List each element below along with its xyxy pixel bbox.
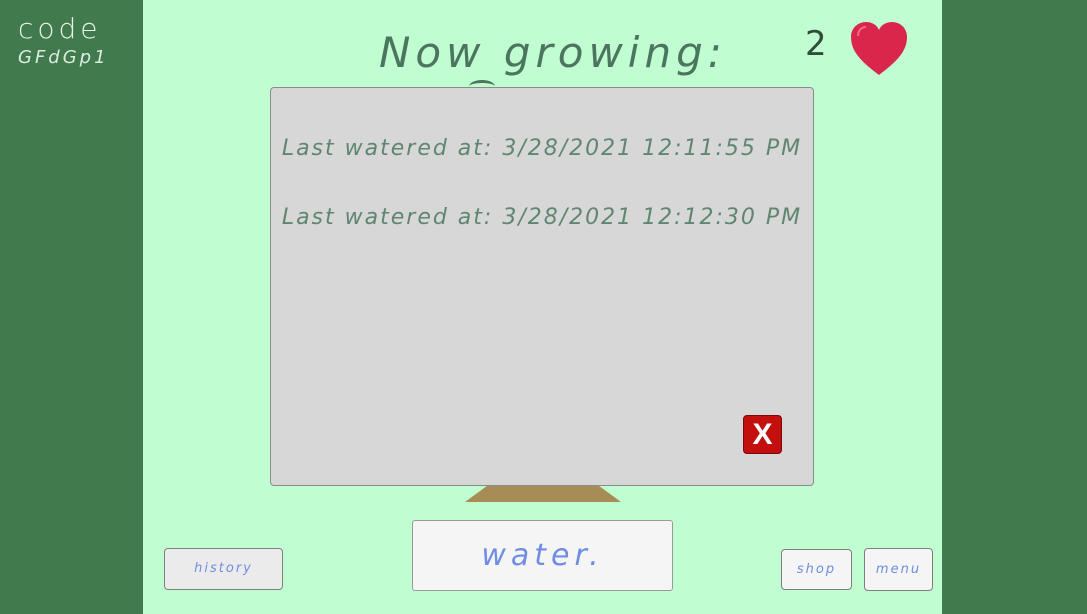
history-entry: Last watered at: 3/28/2021 12:12:30 PM xyxy=(281,205,803,230)
room-code: code GFdGp1 xyxy=(18,12,109,68)
history-entry: Last watered at: 3/28/2021 12:11:55 PM xyxy=(281,136,803,161)
code-label: code xyxy=(18,12,102,45)
page-title: Now growing: xyxy=(379,28,727,77)
shop-button[interactable]: shop xyxy=(781,549,852,590)
history-button[interactable]: history xyxy=(164,548,283,590)
game-stage: Now growing: 2 Last watered at: 3/28/202… xyxy=(143,0,942,614)
heart-icon xyxy=(851,22,907,75)
menu-button[interactable]: menu xyxy=(864,548,933,591)
plant-pot xyxy=(465,486,621,502)
watering-history-modal: Last watered at: 3/28/2021 12:11:55 PM L… xyxy=(270,87,814,486)
close-button[interactable]: X xyxy=(743,415,782,454)
water-button[interactable]: water. xyxy=(412,520,673,591)
hearts-count: 2 xyxy=(805,24,827,64)
code-value: GFdGp1 xyxy=(18,47,109,68)
